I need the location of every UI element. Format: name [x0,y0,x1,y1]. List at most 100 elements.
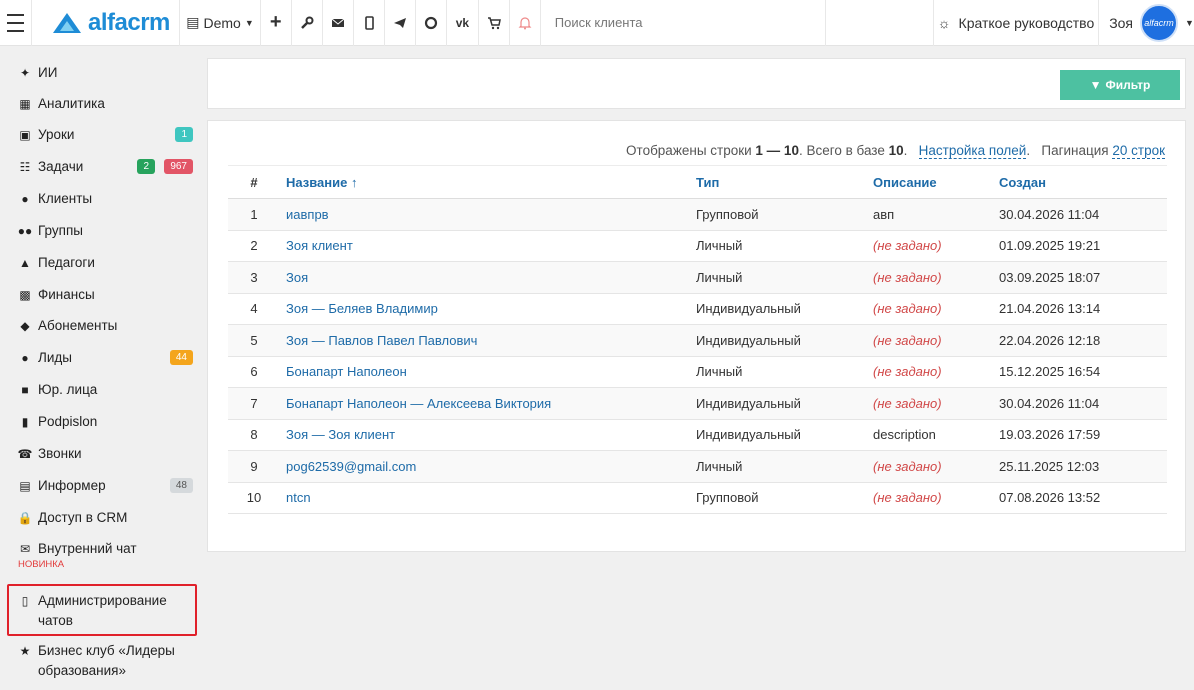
user-icon: ● [21,191,29,206]
settings-button[interactable] [292,0,323,46]
avatar: alfacrm [1140,3,1179,42]
map-icon: ▦ [19,96,31,111]
notifications-button[interactable] [510,0,541,46]
branch-selector[interactable]: ▤ Demo ▼ [180,0,261,46]
sidebar-item-teachers[interactable]: ▲ Педагоги [18,255,193,270]
row-name-link[interactable]: иавпрв [280,198,690,231]
row-number: 5 [228,324,280,357]
menu-toggle-button[interactable] [0,0,32,46]
sidebar-item-calls[interactable]: ☎ Звонки [18,446,193,461]
sidebar-item-tasks[interactable]: ☷ Задачи 2 967 [18,159,193,174]
row-type: Групповой [690,482,867,514]
sidebar-item-podpislon[interactable]: ▮ Podpislon [18,414,193,429]
pagination-label: Пагинация [1041,143,1109,158]
money-icon: ▩ [19,287,31,302]
sidebar-item-subscriptions[interactable]: ◆ Абонементы [18,318,193,333]
row-description: авп [867,198,993,231]
hamburger-icon [7,11,24,35]
row-name-link[interactable]: Бонапарт Наполеон — Алексеева Виктория [280,387,690,420]
table-summary: Отображены строки 1 — 10. Всего в базе 1… [626,143,1165,159]
whatsapp-button[interactable] [416,0,448,46]
sidebar-item-legal-entities[interactable]: ■ Юр. лица [18,382,193,397]
sidebar-item-clients[interactable]: ● Клиенты [18,191,193,206]
column-header-description[interactable]: Описание [867,165,993,199]
newspaper-icon: ▤ [19,478,31,493]
row-name-link[interactable]: ntcn [280,482,690,514]
table-row[interactable]: 10 ntcn Групповой (не задано) 07.08.2026 13:… [228,482,1167,514]
table-row[interactable]: 4 Зоя — Беляев Владимир Индивидуальный (не … [228,293,1167,325]
sidebar-item-label: Задачи [38,159,84,174]
sidebar-item-label: Лиды [38,350,72,365]
sidebar-item-label: Клиенты [38,191,93,206]
pagination-select[interactable]: 20 строк [1112,143,1165,159]
summary-total: 10 [888,143,904,158]
mobile-icon [365,15,374,30]
vk-icon: vk [455,15,470,30]
row-name-link[interactable]: pog62539@gmail.com [280,450,690,483]
filter-button-label: Фильтр [1105,78,1151,92]
caret-down-icon: ▼ [244,17,254,28]
table-row[interactable]: 3 Зоя Личный (не задано) 03.09.2025 18:07 [228,261,1167,294]
table-row[interactable]: 8 Зоя — Зоя клиент Индивидуальный descripti… [228,419,1167,451]
logo[interactable]: alfacrm [32,0,181,46]
row-created: 15.12.2025 16:54 [993,356,1167,388]
sidebar-item-label: Администрирование чатов [38,593,167,628]
table-row[interactable]: 1 иавпрв Групповой авп 30.04.2026 11:04 [228,198,1167,231]
email-button[interactable] [323,0,354,46]
sidebar-item-business-club[interactable]: ★ Бизнес клуб «Лидеры образования» [18,641,193,681]
sidebar-item-label: Педагоги [38,255,95,270]
lightbulb-icon: ☼ [937,14,951,31]
user-plus-icon: ● [21,350,29,365]
avatar-text: alfacrm [1144,17,1174,28]
sidebar-item-internal-chat[interactable]: ✉ Внутренний чат [18,541,193,556]
vk-button[interactable]: vk [447,0,479,46]
row-number: 10 [228,482,280,514]
table-row[interactable]: 9 pog62539@gmail.com Личный (не задано) 25.1… [228,450,1167,483]
row-name-link[interactable]: Бонапарт Наполеон [280,356,690,388]
comments-icon: ▯ [21,594,29,608]
sidebar-item-lessons[interactable]: ▣ Уроки 1 [18,127,193,142]
sidebar-item-label: Podpislon [38,414,98,429]
column-header-type[interactable]: Тип [690,165,867,199]
informer-count-badge: 48 [169,478,193,493]
sidebar-item-ai[interactable]: ✦ ИИ [18,65,193,80]
sidebar-item-finance[interactable]: ▩ Финансы [18,287,193,302]
user-menu[interactable]: Зоя alfacrm ▼ [1099,0,1194,46]
search-input[interactable] [554,15,825,30]
alfacrm-logo-icon [53,12,81,33]
table-row[interactable]: 5 Зоя — Павлов Павел Павлович Индивидуальн… [228,324,1167,357]
table-header-row: # Название ↑ Тип Описание Создан [228,165,1167,199]
cart-icon [487,16,501,29]
sidebar-item-crm-access[interactable]: 🔒 Доступ в CRM [18,510,193,525]
sidebar-item-informer[interactable]: ▤ Информер 48 [18,478,193,493]
row-number: 7 [228,387,280,420]
briefcase-icon: ■ [21,382,29,397]
bell-icon [518,16,532,29]
table-row[interactable]: 7 Бонапарт Наполеон — Алексеева Виктория И… [228,387,1167,420]
add-button[interactable]: + [261,0,292,46]
row-number: 2 [228,230,280,262]
sidebar-item-chat-admin[interactable]: ▯ Администрирование чатов [18,591,193,631]
table-row[interactable]: 2 Зоя клиент Личный (не задано) 01.09.2025 1… [228,230,1167,262]
quick-guide-link[interactable]: ☼ Краткое руководство [932,0,1100,46]
sidebar-item-groups[interactable]: ●● Группы [18,223,193,238]
row-name-link[interactable]: Зоя [280,261,690,294]
row-type: Индивидуальный [690,293,867,325]
row-created: 07.08.2026 13:52 [993,482,1167,514]
field-settings-link[interactable]: Настройка полей [918,143,1027,159]
row-type: Личный [690,450,867,483]
table-row[interactable]: 6 Бонапарт Наполеон Личный (не задано) 15.12… [228,356,1167,388]
search-box[interactable] [541,0,826,46]
filter-button[interactable]: ▼ Фильтр [1060,70,1180,100]
row-name-link[interactable]: Зоя — Павлов Павел Павлович [280,324,690,357]
cart-button[interactable] [479,0,510,46]
sidebar-item-analytics[interactable]: ▦ Аналитика [18,96,193,111]
sidebar-item-leads[interactable]: ● Лиды 44 [18,350,193,365]
row-name-link[interactable]: Зоя — Беляев Владимир [280,293,690,325]
sms-button[interactable] [354,0,386,46]
row-name-link[interactable]: Зоя клиент [280,230,690,262]
column-header-name[interactable]: Название ↑ [280,165,690,199]
telegram-button[interactable] [385,0,417,46]
column-header-created[interactable]: Создан [993,165,1167,199]
row-name-link[interactable]: Зоя — Зоя клиент [280,419,690,451]
